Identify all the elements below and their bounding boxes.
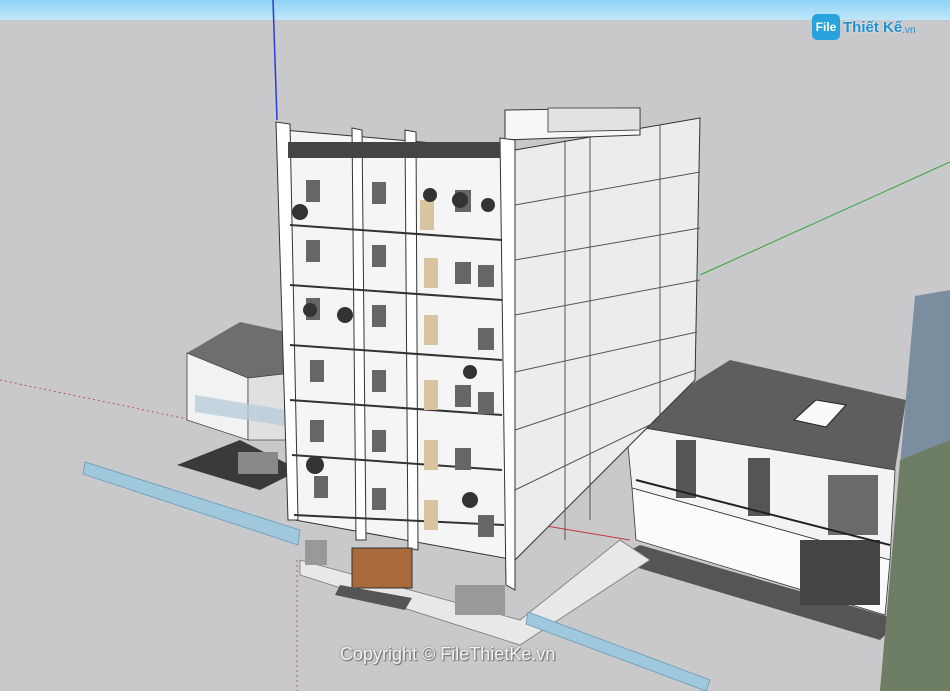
copyright-watermark: Copyright © FileThietKe.vn: [340, 644, 556, 664]
building-model-scene[interactable]: [0, 0, 950, 691]
sketchup-viewport[interactable]: File Thiết Kế .vn Copyright © FileThietK…: [0, 0, 950, 691]
logo-mark: File: [812, 14, 840, 40]
filethietke-logo: File Thiết Kế .vn: [812, 12, 916, 42]
green-axis: [699, 161, 950, 276]
garage-door: [351, 547, 413, 589]
tower-roof-box-2: [547, 107, 641, 133]
roof-planters: [288, 142, 500, 158]
logo-tld: .vn: [902, 24, 916, 36]
blue-axis: [272, 0, 278, 121]
logo-word: Thiết Kế: [843, 18, 903, 36]
